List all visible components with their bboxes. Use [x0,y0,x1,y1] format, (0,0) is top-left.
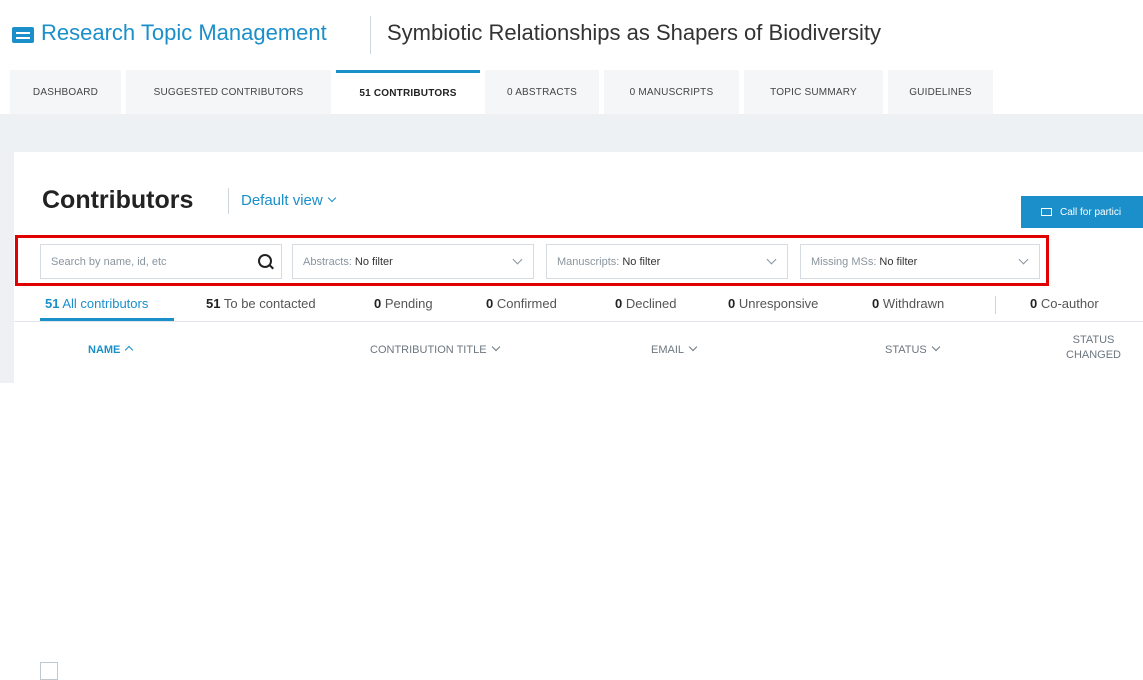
chevron-up-icon [125,345,134,355]
status-count: 51 [45,296,60,311]
missing-ms-filter-label: Missing MSs: [811,255,877,268]
tab-contributors[interactable]: 51 CONTRIBUTORS [336,70,480,114]
status-tab-confirmed[interactable]: 0 Confirmed [486,296,557,311]
status-label: Pending [384,296,433,311]
status-label: All contributors [62,296,149,311]
column-name[interactable]: NAME [88,344,134,356]
app-header: Research Topic Management Symbiotic Rela… [0,0,1143,70]
tab-topic-summary[interactable]: TOPIC SUMMARY [744,70,883,114]
select-all-checkbox[interactable] [40,662,58,680]
tab-manuscripts[interactable]: 0 MANUSCRIPTS [604,70,739,114]
manuscripts-filter-value: No filter [622,255,661,268]
column-status-changed-line2: CHANGED [1066,349,1122,361]
search-icon[interactable] [258,254,272,268]
tab-dashboard[interactable]: DASHBOARD [10,70,121,114]
status-tab-to-be-contacted[interactable]: 51 To be contacted [206,296,316,311]
column-status[interactable]: STATUS [885,342,941,356]
chevron-down-icon [491,342,500,352]
call-button-label: Call for partici [1060,206,1122,218]
chevron-down-icon [766,254,777,265]
column-email[interactable]: EMAIL [651,342,698,356]
column-contribution-title[interactable]: CONTRIBUTION TITLE [370,342,500,356]
chevron-down-icon [931,342,941,352]
research-topic-icon [12,27,34,43]
status-count: 0 [728,296,736,311]
chevron-down-icon [1018,254,1029,265]
column-status-label: STATUS [885,344,927,356]
header-divider [370,16,371,54]
status-label: Unresponsive [738,296,819,311]
search-placeholder: Search by name, id, etc [51,255,167,268]
chevron-down-icon [327,193,336,203]
status-label: Withdrawn [882,296,945,311]
column-contribution-title-label: CONTRIBUTION TITLE [370,344,487,356]
status-tab-co-author[interactable]: 0 Co-author [1030,296,1099,311]
manuscripts-filter-label: Manuscripts: [557,255,620,268]
abstracts-filter-value: No filter [354,255,393,268]
status-tab-withdrawn[interactable]: 0 Withdrawn [872,296,944,311]
status-count: 0 [1030,296,1038,311]
tab-abstracts[interactable]: 0 ABSTRACTS [485,70,599,114]
status-count: 0 [872,296,880,311]
tab-guidelines[interactable]: GUIDELINES [888,70,993,114]
topic-title: Symbiotic Relationships as Shapers of Bi… [387,20,882,45]
status-label: Confirmed [496,296,557,311]
status-tab-declined[interactable]: 0 Declined [615,296,676,311]
status-tab-all[interactable]: 51 All contributors [45,296,148,311]
status-label: Co-author [1040,296,1099,311]
column-status-changed-line1: STATUS [1072,334,1115,346]
status-label: To be contacted [223,296,316,311]
column-status-changed[interactable]: STATUS CHANGED [1066,333,1121,363]
search-input[interactable]: Search by name, id, etc [40,244,282,279]
manuscripts-filter[interactable]: Manuscripts: No filter [546,244,788,279]
status-tab-pending[interactable]: 0 Pending [374,296,433,311]
title-divider [228,188,229,214]
status-count: 0 [615,296,623,311]
view-selector[interactable]: Default view [241,192,336,209]
tab-suggested-contributors[interactable]: SUGGESTED CONTRIBUTORS [126,70,331,114]
column-email-label: EMAIL [651,344,685,356]
column-name-label: NAME [88,344,121,356]
status-tab-unresponsive[interactable]: 0 Unresponsive [728,296,818,311]
chevron-down-icon [688,342,698,352]
missing-ms-filter[interactable]: Missing MSs: No filter [800,244,1040,279]
status-divider [995,296,996,314]
status-count: 51 [206,296,221,311]
missing-ms-filter-value: No filter [879,255,918,268]
abstracts-filter-label: Abstracts: [303,255,352,268]
app-title[interactable]: Research Topic Management [41,20,327,46]
view-selector-label: Default view [241,192,323,209]
status-count: 0 [374,296,382,311]
chevron-down-icon [512,254,523,265]
table-header-row: NAME CONTRIBUTION TITLE EMAIL STATUS STA… [0,322,1143,680]
call-for-participation-button[interactable]: Call for partici [1021,196,1143,228]
page-title: Contributors [42,186,194,214]
status-count: 0 [486,296,494,311]
abstracts-filter[interactable]: Abstracts: No filter [292,244,534,279]
status-label: Declined [625,296,677,311]
tab-bar: DASHBOARD SUGGESTED CONTRIBUTORS 51 CONT… [0,70,1143,114]
mail-icon [1041,208,1052,216]
